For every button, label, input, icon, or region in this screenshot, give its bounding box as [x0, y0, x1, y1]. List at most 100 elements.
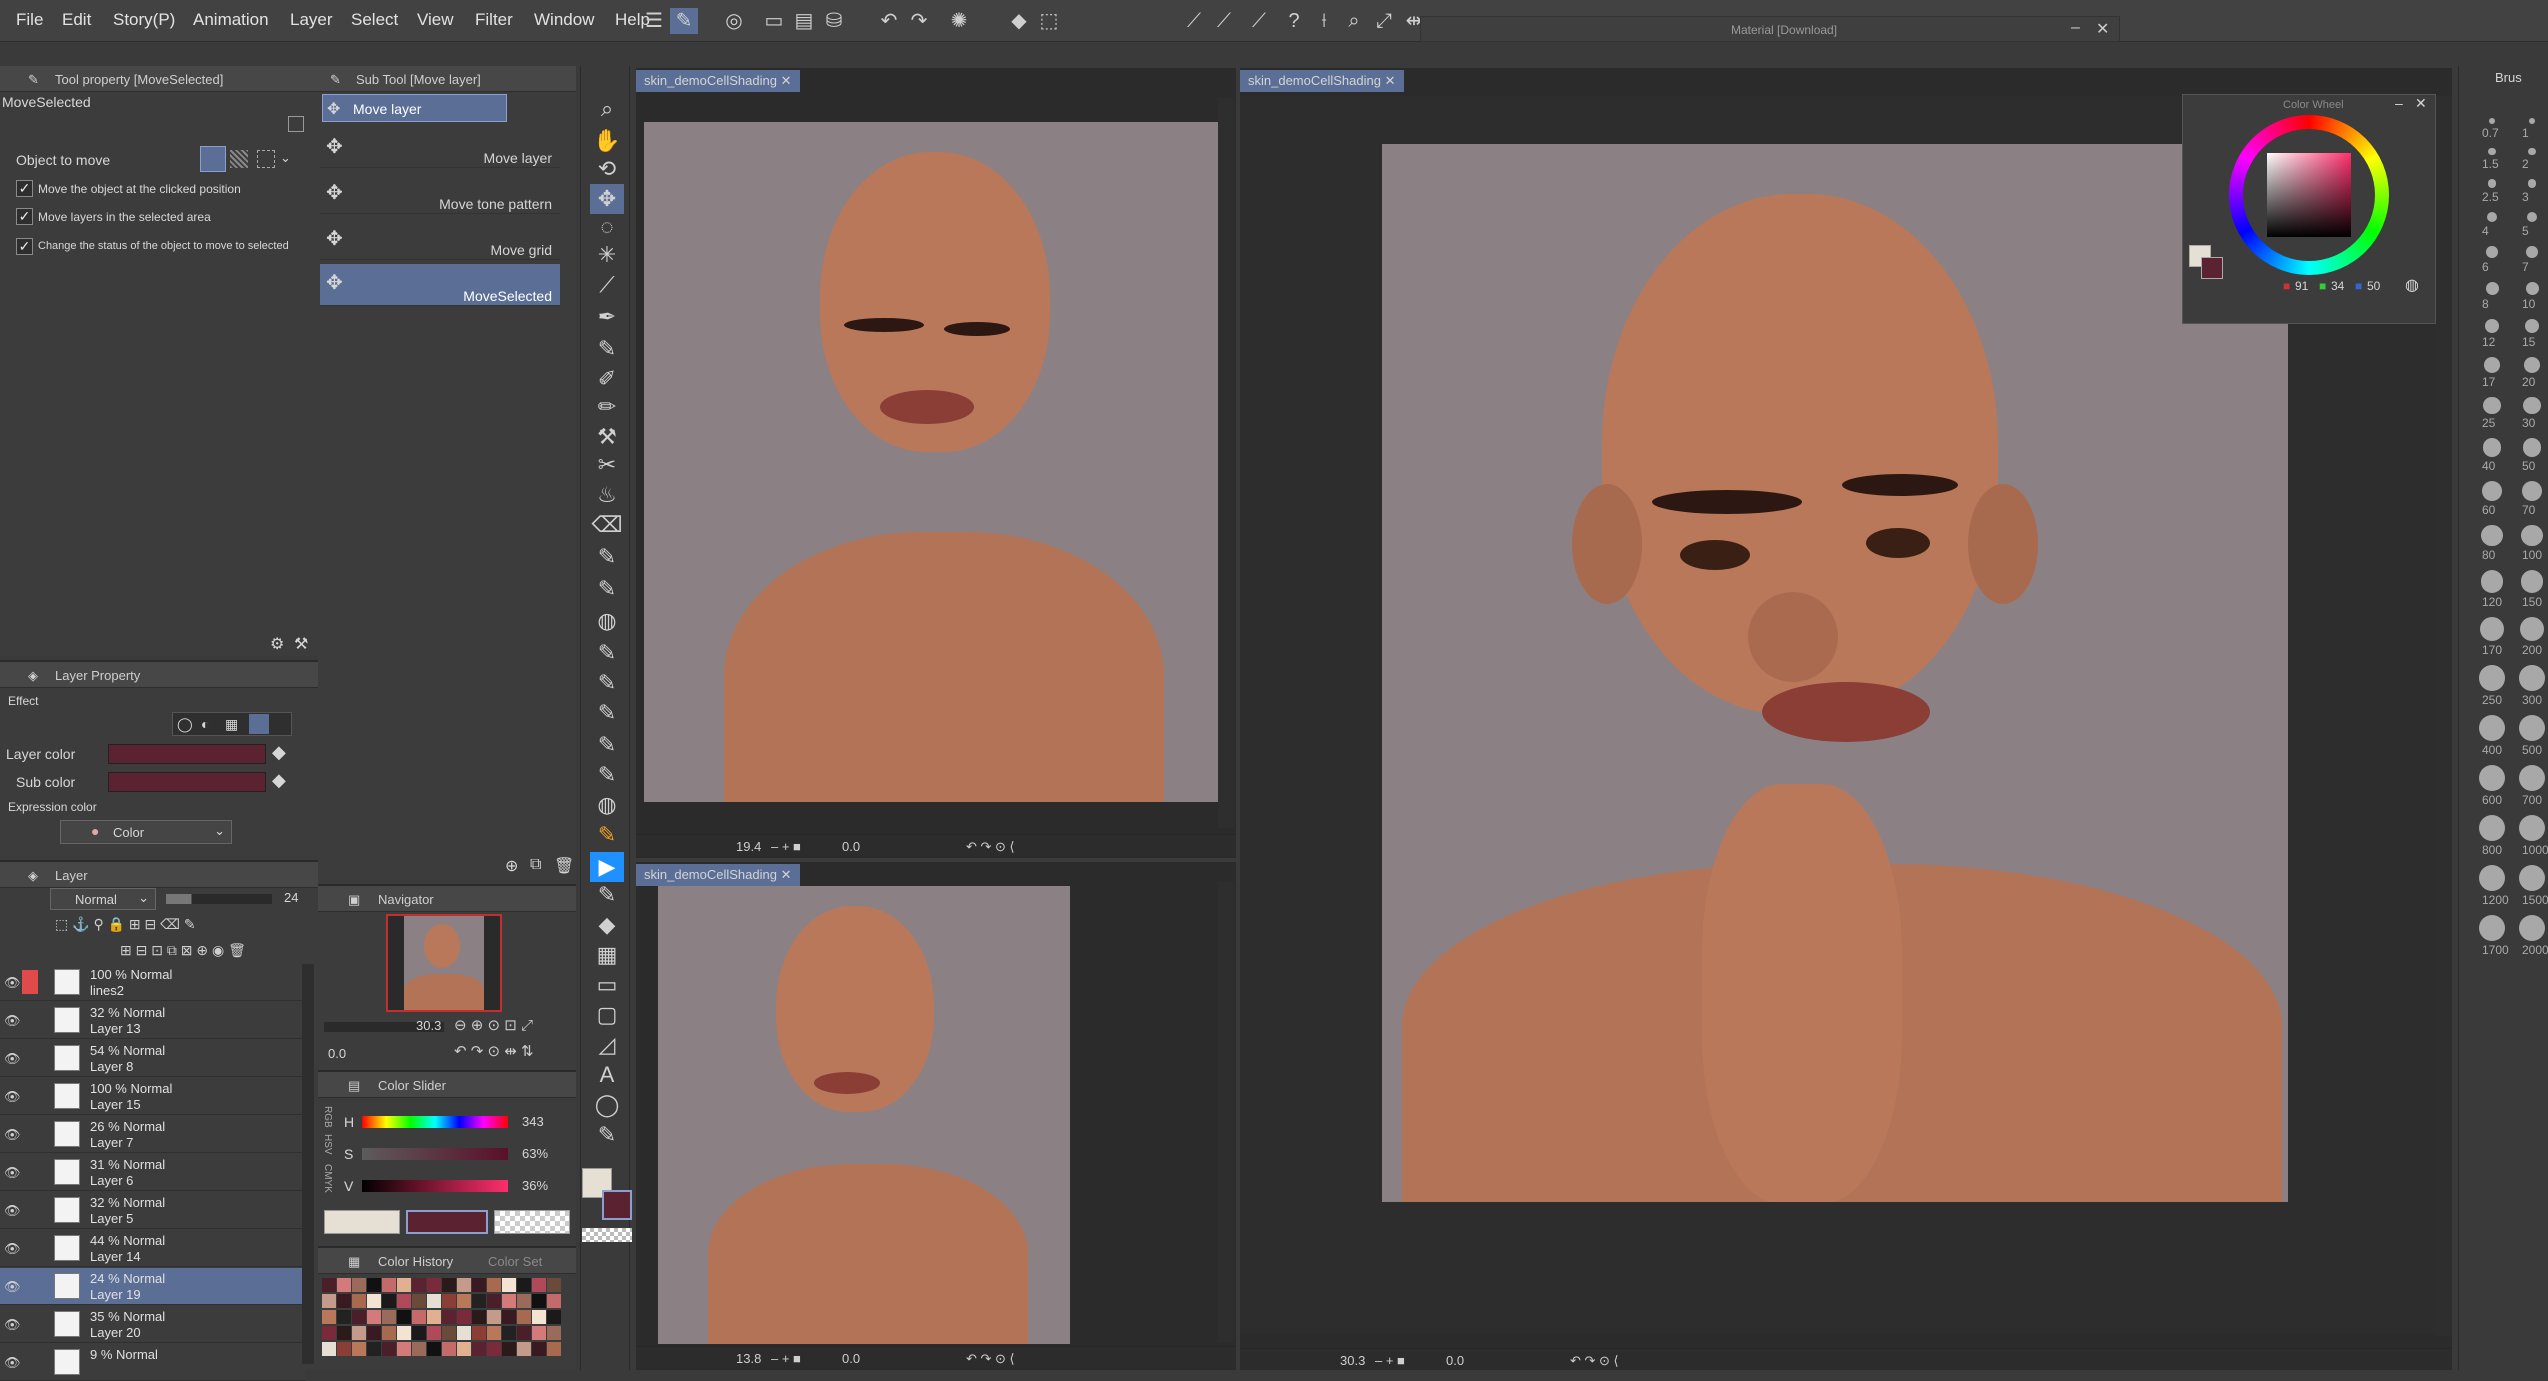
layer-row[interactable]: 👁 100 % Normal lines2	[0, 964, 306, 1001]
history-swatch[interactable]	[352, 1278, 366, 1292]
brush-size-dot[interactable]	[2524, 357, 2540, 374]
sub-color-chip[interactable]	[324, 1210, 400, 1234]
brush-size-dot[interactable]	[2481, 525, 2503, 547]
history-swatch[interactable]	[487, 1342, 501, 1356]
real-pen-icon[interactable]: ✎	[590, 760, 624, 790]
zoom-controls-icon[interactable]: – + ■	[771, 839, 801, 854]
brush-size-dot[interactable]	[2529, 118, 2535, 124]
layer-row[interactable]: 👁 44 % Normal Layer 14	[0, 1230, 306, 1267]
history-swatch[interactable]	[337, 1326, 351, 1340]
lock-icon[interactable]	[288, 116, 304, 132]
hue-slider[interactable]	[362, 1116, 508, 1128]
history-swatch[interactable]	[442, 1342, 456, 1356]
wheel-main-color[interactable]	[2201, 257, 2223, 279]
history-swatch[interactable]	[427, 1278, 441, 1292]
brush-size-dot[interactable]	[2525, 282, 2539, 295]
eye-icon[interactable]: 👁	[4, 1241, 21, 1257]
history-swatch[interactable]	[532, 1326, 546, 1340]
history-swatch[interactable]	[397, 1278, 411, 1292]
history-swatch[interactable]	[367, 1342, 381, 1356]
history-swatch[interactable]	[322, 1278, 336, 1292]
undo-icon[interactable]: ↶	[875, 8, 903, 34]
layer-row[interactable]: 👁 26 % Normal Layer 7	[0, 1116, 306, 1153]
effect-buttons[interactable]: ◯ ◐ ▦	[172, 712, 292, 736]
subtool-item-move-grid[interactable]: ✥ Move grid	[320, 220, 560, 260]
history-swatch[interactable]	[487, 1326, 501, 1340]
layer-row[interactable]: 👁 24 % Normal Layer 19	[0, 1268, 306, 1305]
oil-paint-icon[interactable]: ◍	[590, 790, 624, 820]
brush-tool-icon[interactable]: ✐	[590, 364, 624, 394]
history-swatch[interactable]	[442, 1278, 456, 1292]
history-swatch[interactable]	[517, 1294, 531, 1308]
layer-toolbar-1[interactable]: ⬚ ⚓ ⚲ 🔒 ⊞ ⊟ ⌫ ✎	[55, 916, 305, 938]
brush-size-dot[interactable]	[2519, 665, 2545, 691]
eye-icon[interactable]: 👁	[4, 1165, 21, 1181]
brush-size-dot[interactable]	[2519, 815, 2545, 841]
history-swatch[interactable]	[337, 1310, 351, 1324]
zoom-controls-icon[interactable]: – + ■	[771, 1351, 801, 1366]
calligraphy-icon[interactable]: ✎	[590, 698, 624, 728]
eyedropper-tool-icon[interactable]: ⟋	[590, 270, 624, 300]
history-swatch[interactable]	[352, 1342, 366, 1356]
history-swatch[interactable]	[457, 1310, 471, 1324]
move-tool-icon[interactable]: ✥	[590, 184, 624, 214]
eye-icon[interactable]: 👁	[4, 1051, 21, 1067]
history-swatch[interactable]	[442, 1326, 456, 1340]
hand-tool-icon[interactable]: ✋	[590, 126, 624, 156]
close-icon[interactable]: ✕	[2096, 19, 2109, 39]
object-type-tone-button[interactable]	[230, 150, 248, 168]
cmyk-mode-tab[interactable]: CMYK	[322, 1164, 333, 1193]
brush-size-dot[interactable]	[2526, 246, 2538, 258]
brush-size-dot[interactable]	[2522, 481, 2542, 501]
menu-select[interactable]: Select	[351, 10, 398, 30]
eraser-tool-icon[interactable]: ⌫	[590, 510, 624, 540]
history-swatch[interactable]	[367, 1326, 381, 1340]
menu-story[interactable]: Story(P)	[113, 10, 175, 30]
brush-size-dot[interactable]	[2519, 765, 2545, 791]
brush-size-dot[interactable]	[2479, 665, 2505, 691]
ruler-icon[interactable]: ⟋	[1180, 8, 1208, 34]
history-swatch[interactable]	[547, 1326, 561, 1340]
copy-subtool-icon[interactable]: ⧉	[530, 856, 541, 874]
fit-icon[interactable]: ⤢	[1370, 8, 1398, 34]
history-swatch[interactable]	[337, 1278, 351, 1292]
history-swatch[interactable]	[517, 1278, 531, 1292]
history-swatch[interactable]	[442, 1310, 456, 1324]
brush-size-dot[interactable]	[2486, 246, 2498, 258]
close-icon[interactable]: ✕	[781, 73, 792, 88]
history-swatch[interactable]	[517, 1310, 531, 1324]
history-swatch[interactable]	[367, 1278, 381, 1292]
correct-line-icon[interactable]: ✎	[590, 1120, 624, 1150]
brush-size-dot[interactable]	[2479, 715, 2505, 741]
hsv-mode-tab[interactable]: HSV	[322, 1134, 333, 1155]
close-icon[interactable]: ✕	[781, 867, 792, 882]
rotate-controls-icon[interactable]: ↶ ↷ ⊙ ⟨	[966, 839, 1015, 855]
eye-icon[interactable]: 👁	[4, 1355, 21, 1371]
chevron-down-icon[interactable]: ⌄	[280, 150, 291, 166]
history-swatch[interactable]	[427, 1326, 441, 1340]
history-swatch[interactable]	[457, 1326, 471, 1340]
sub-tool-group-tab[interactable]: ✥ Move layer	[322, 94, 507, 122]
blend-tool-icon[interactable]: ♨	[590, 480, 624, 510]
eye-icon[interactable]: 👁	[4, 975, 21, 991]
history-swatch[interactable]	[472, 1310, 486, 1324]
vertical-scrollbar[interactable]	[1218, 882, 1234, 1342]
subtool-item-moveselected[interactable]: ✥ MoveSelected	[320, 264, 560, 306]
brush-size-dot[interactable]	[2482, 438, 2502, 457]
history-swatch[interactable]	[427, 1342, 441, 1356]
option-checkbox-1[interactable]: ✓	[16, 180, 33, 197]
airbrush-tool-icon[interactable]: ✏	[590, 392, 624, 422]
g-pen-icon[interactable]: ✎	[590, 542, 624, 572]
extract-line-icon[interactable]: ◐	[201, 716, 209, 732]
layer-row[interactable]: 👁 100 % Normal Layer 15	[0, 1078, 306, 1115]
tool-transparent-color[interactable]	[582, 1228, 632, 1242]
history-swatch[interactable]	[547, 1294, 561, 1308]
brush-size-dot[interactable]	[2482, 481, 2502, 501]
text-tool-icon[interactable]: A	[590, 1060, 624, 1090]
history-swatch[interactable]	[397, 1310, 411, 1324]
history-swatch[interactable]	[457, 1294, 471, 1308]
history-swatch[interactable]	[502, 1294, 516, 1308]
close-icon[interactable]: ✕	[1385, 73, 1396, 88]
object-type-layer-button[interactable]	[200, 146, 226, 172]
new-file-icon[interactable]: ▭	[760, 8, 788, 34]
